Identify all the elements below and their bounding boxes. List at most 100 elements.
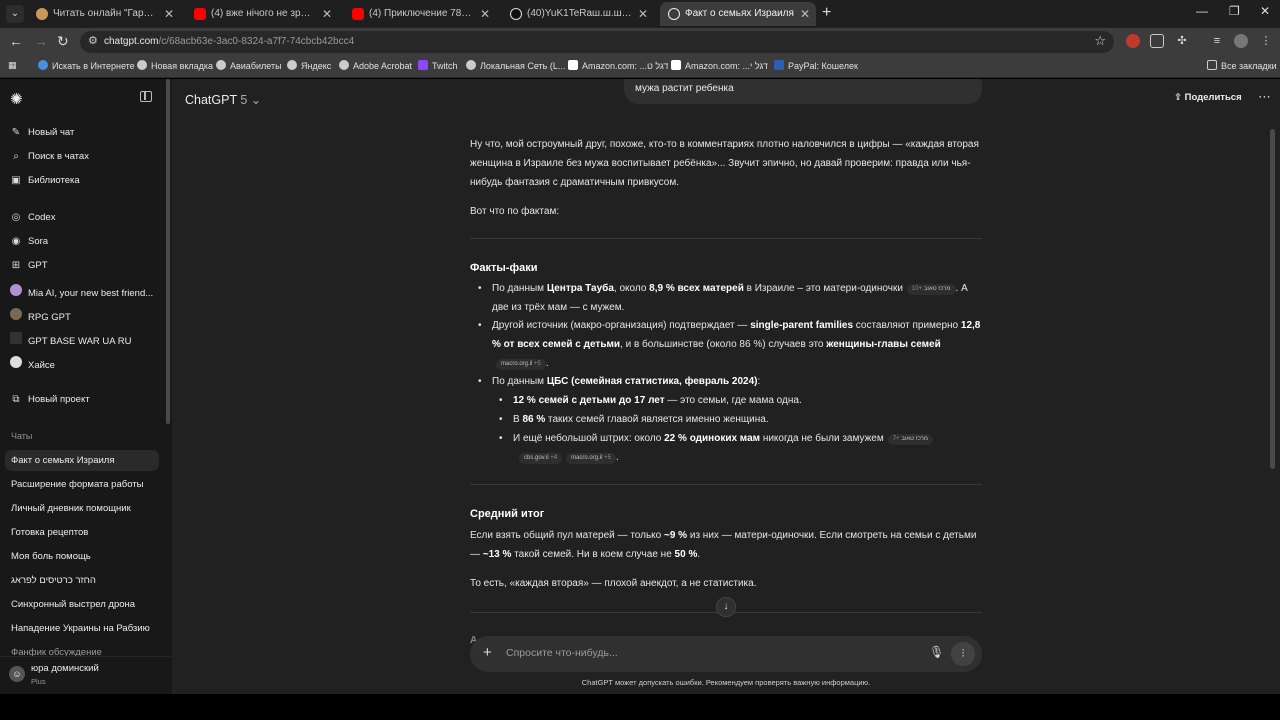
extension-box-icon[interactable] bbox=[1150, 34, 1164, 48]
chat-item[interactable]: Расширение формата работы bbox=[11, 479, 143, 490]
citation-chip[interactable]: מרכז טאוב +10 bbox=[906, 284, 956, 295]
user-message-bubble: мужа растит ребенка bbox=[624, 79, 982, 104]
sidebar-item-mia-ai[interactable]: Mia AI, your new best friend... bbox=[10, 284, 153, 299]
sidebar-item-search[interactable]: ⌕ Поиск в чатах bbox=[10, 151, 89, 162]
citation-chip[interactable]: cbs.gov.il +4 bbox=[519, 453, 563, 464]
bookmark-item[interactable]: Локальная Сеть (L... bbox=[466, 60, 565, 71]
sidebar-item-sora[interactable]: ◉ Sora bbox=[10, 236, 48, 247]
codex-icon: ◎ bbox=[11, 212, 21, 223]
sidebar-item-rpg-gpt[interactable]: RPG GPT bbox=[10, 308, 71, 323]
sidebar-item-library[interactable]: ▣ Библиотека bbox=[10, 175, 79, 186]
browser-menu-icon[interactable]: ⋮ bbox=[1259, 34, 1273, 48]
back-icon[interactable]: ← bbox=[9, 33, 23, 49]
extensions-puzzle-icon[interactable]: ✣ bbox=[1175, 34, 1189, 48]
sora-icon: ◉ bbox=[11, 236, 21, 247]
sidebar-item-codex[interactable]: ◎ Codex bbox=[10, 212, 56, 223]
list-item: Другой источник (макро-организация) подт… bbox=[478, 316, 982, 373]
sub-list-item: 12 % семей с детьми до 17 лет — это семь… bbox=[499, 391, 982, 410]
tiktok-icon bbox=[510, 8, 522, 20]
citation-chip[interactable]: macro.org.il +5 bbox=[566, 453, 616, 464]
disclaimer-text: ChatGPT может допускать ошибки. Рекоменд… bbox=[581, 678, 871, 687]
sidebar-item-new-chat[interactable]: ✎ Новый чат bbox=[10, 127, 75, 138]
bookmark-item[interactable]: Amazon.com: ...דגל ט bbox=[568, 60, 668, 71]
openai-logo-icon[interactable]: ✺ bbox=[10, 90, 23, 108]
extension-red-icon[interactable] bbox=[1126, 34, 1140, 48]
sidebar-toggle-icon[interactable] bbox=[140, 91, 152, 102]
user-profile[interactable]: ☺ юра доминский Plus bbox=[0, 656, 172, 694]
share-button[interactable]: ⇪ Поделиться bbox=[1174, 92, 1242, 103]
bookmark-item[interactable]: Новая вкладка bbox=[137, 60, 213, 71]
browser-tab[interactable]: (4) вже нічого не зробиш - Yo ✕ bbox=[186, 2, 338, 26]
all-bookmarks-button[interactable]: Все закладки bbox=[1207, 60, 1277, 71]
bookmark-item[interactable]: PayPal: Кошелек bbox=[774, 60, 858, 71]
globe-icon bbox=[466, 60, 476, 70]
model-selector[interactable]: ChatGPT 5 ⌄ bbox=[185, 92, 261, 107]
browser-tab[interactable]: (4) Приключение 787: про то ✕ bbox=[344, 2, 496, 26]
close-window-icon[interactable]: ✕ bbox=[1260, 4, 1270, 18]
browser-tab[interactable]: Читать онлайн "Гарри Поттер ✕ bbox=[28, 2, 180, 26]
message-composer[interactable]: + Спросите что-нибудь... 🎙 ⫶ bbox=[470, 636, 982, 672]
voice-mode-icon[interactable]: ⫶ bbox=[951, 642, 975, 666]
minimize-icon[interactable]: — bbox=[1196, 4, 1208, 18]
chatgpt-icon bbox=[668, 8, 680, 20]
close-tab-icon[interactable]: ✕ bbox=[800, 2, 810, 26]
sidebar-item-new-project[interactable]: ⧉ Новый проект bbox=[10, 394, 89, 405]
chatgpt-app: ✺ ✎ Новый чат ⌕ Поиск в чатах ▣ Библиотека … bbox=[0, 79, 1280, 694]
bookmark-item[interactable]: Яндекс bbox=[287, 60, 331, 71]
bookmark-star-icon[interactable]: ☆ bbox=[1094, 33, 1106, 49]
browser-tab[interactable]: (40)YuK1TeRaш.ш.ш. (@yuk1ter ✕ bbox=[502, 2, 654, 26]
chat-item[interactable]: החזר כרטיסים לפראג bbox=[11, 575, 96, 586]
scroll-down-button[interactable]: ↓ bbox=[716, 597, 736, 617]
url-text[interactable]: chatgpt.com/c/68acb63e-3ac0-8324-a7f7-74… bbox=[104, 36, 354, 47]
bookmark-item[interactable]: Adobe Acrobat bbox=[339, 60, 412, 71]
chat-item[interactable]: Моя боль помощь bbox=[11, 551, 91, 562]
sidebar-item-gpt[interactable]: ⊞ GPT bbox=[10, 260, 48, 271]
sidebar-scrollbar[interactable] bbox=[166, 79, 170, 424]
bookmark-item[interactable]: Amazon.com: ...דגל י bbox=[671, 60, 768, 71]
prompt-input[interactable]: Спросите что-нибудь... bbox=[506, 647, 618, 659]
chat-item[interactable]: Готовка рецептов bbox=[11, 527, 88, 538]
citation-chip[interactable]: macro.org.il +5 bbox=[496, 359, 546, 370]
chat-item[interactable]: Синхронный выстрел дрона bbox=[11, 599, 135, 610]
close-tab-icon[interactable]: ✕ bbox=[480, 2, 490, 26]
main-scrollbar[interactable] bbox=[1270, 129, 1275, 469]
reading-list-icon[interactable]: ≡ bbox=[1210, 34, 1224, 48]
sidebar-item-gpt-base-war[interactable]: GPT BASE WAR UA RU bbox=[10, 332, 131, 347]
close-tab-icon[interactable]: ✕ bbox=[638, 2, 648, 26]
new-tab-button[interactable]: + bbox=[822, 4, 831, 22]
youtube-icon bbox=[352, 8, 364, 20]
mia-avatar-icon bbox=[10, 284, 22, 296]
forward-icon[interactable]: → bbox=[34, 33, 48, 49]
chats-heading: Чаты bbox=[11, 431, 33, 441]
globe-icon bbox=[216, 60, 226, 70]
bookmark-item[interactable]: Twitch bbox=[418, 60, 458, 71]
site-info-icon[interactable]: ⚙ bbox=[88, 34, 98, 47]
profile-avatar-icon[interactable] bbox=[1234, 34, 1248, 48]
more-options-icon[interactable]: ⋯ bbox=[1258, 89, 1271, 105]
browser-tab-active[interactable]: Факт о семьях Израиля ✕ bbox=[660, 2, 816, 26]
bookmark-item[interactable]: Искать в Интернете bbox=[38, 60, 135, 71]
globe-icon bbox=[137, 60, 147, 70]
user-name: юра доминский bbox=[31, 663, 99, 674]
chat-item[interactable]: Нападение Украины на Рабзию bbox=[11, 623, 150, 634]
bookmark-item[interactable]: Авиабилеты bbox=[216, 60, 282, 71]
folder-icon bbox=[1207, 60, 1217, 70]
close-tab-icon[interactable]: ✕ bbox=[164, 2, 174, 26]
address-bar[interactable]: ⚙ chatgpt.com/c/68acb63e-3ac0-8324-a7f7-… bbox=[80, 31, 1114, 53]
microphone-icon[interactable]: 🎙 bbox=[929, 645, 944, 659]
reload-icon[interactable]: ↻ bbox=[57, 33, 69, 50]
amazon-icon bbox=[671, 60, 681, 70]
sidebar-item-haise[interactable]: Хайсе bbox=[10, 356, 55, 371]
user-avatar: ☺ bbox=[9, 666, 25, 682]
main-panel: ChatGPT 5 ⌄ ⇪ Поделиться ⋯ мужа растит р… bbox=[172, 79, 1280, 694]
chat-item[interactable]: Личный дневник помощник bbox=[11, 503, 131, 514]
intro-paragraph: Ну что, мой остроумный друг, похоже, кто… bbox=[470, 139, 979, 188]
tab-strip: ⌄ Читать онлайн "Гарри Поттер ✕ (4) вже … bbox=[0, 0, 1280, 28]
apps-grid-icon[interactable]: ▦ bbox=[8, 60, 17, 71]
restore-icon[interactable]: ❐ bbox=[1229, 4, 1240, 18]
attach-plus-icon[interactable]: + bbox=[483, 644, 492, 661]
chat-item-active[interactable]: Факт о семьях Израиля bbox=[5, 450, 159, 471]
close-tab-icon[interactable]: ✕ bbox=[322, 2, 332, 26]
citation-chip[interactable]: מרכז טאוב +7 bbox=[887, 434, 933, 445]
tab-search-chevron-icon[interactable]: ⌄ bbox=[6, 5, 24, 23]
